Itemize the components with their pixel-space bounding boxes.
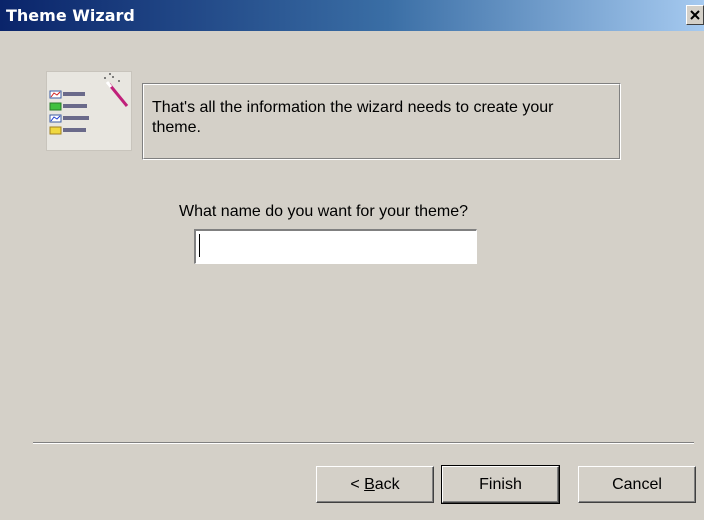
info-text: That's all the information the wizard ne… [152,99,554,136]
back-button[interactable]: < Back [316,466,434,503]
close-icon [690,10,700,20]
back-label-rest: ack [374,476,400,493]
separator [33,442,694,444]
wizard-wand-chart-icon [46,71,132,151]
text-caret [199,234,200,257]
theme-name-label: What name do you want for your theme? [179,203,469,220]
back-accelerator: B [364,476,375,493]
close-button[interactable] [686,5,704,25]
info-panel: That's all the information the wizard ne… [142,83,621,160]
window-title: Theme Wizard [6,6,135,25]
back-prefix: < [350,476,365,493]
title-bar: Theme Wizard [0,0,704,31]
theme-name-input[interactable] [194,229,477,264]
cancel-button[interactable]: Cancel [578,466,696,503]
finish-button[interactable]: Finish [441,465,560,504]
